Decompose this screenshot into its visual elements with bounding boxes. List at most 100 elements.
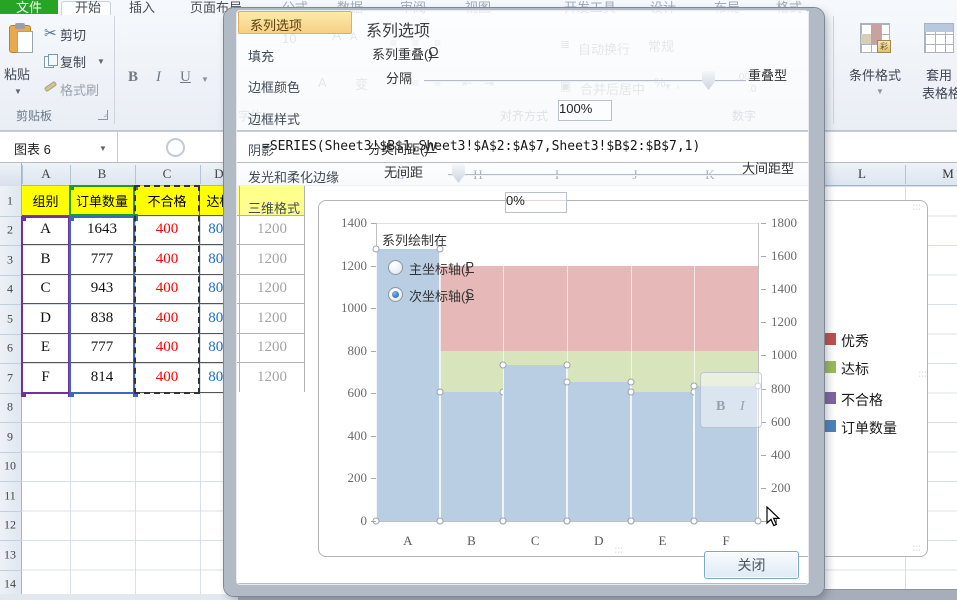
column-header-A[interactable]: A xyxy=(41,166,50,186)
legend-label: 达标 xyxy=(841,359,869,379)
format-series-dialog-border xyxy=(236,10,809,585)
name-box-dropdown-arrow[interactable]: ▼ xyxy=(99,144,107,153)
column-separator xyxy=(135,165,136,184)
range-handle[interactable] xyxy=(69,216,74,221)
column-separator xyxy=(200,165,201,184)
table-header-cell[interactable]: 组别 xyxy=(22,186,70,216)
bold-button[interactable]: B xyxy=(128,69,138,86)
primary-axis-radio[interactable] xyxy=(388,260,403,275)
ghost-button-icon xyxy=(166,138,185,157)
dialog-nav-label: 系列选项 xyxy=(250,15,302,34)
row-header-12[interactable]: 12 xyxy=(0,518,20,533)
format-as-table-button-line2[interactable]: 表格格式 xyxy=(922,83,957,102)
row-separator xyxy=(0,511,22,512)
tab-file-label: 文件 xyxy=(16,0,42,16)
legend-swatch-icon xyxy=(824,361,836,373)
row-header-10[interactable]: 10 xyxy=(0,459,20,474)
row-header-13[interactable]: 13 xyxy=(0,547,20,562)
format-as-table-button[interactable]: 套用 xyxy=(926,65,952,84)
column-header-M[interactable]: M xyxy=(942,166,954,186)
close-button[interactable]: 关闭 xyxy=(704,551,799,579)
legend-label: 不合格 xyxy=(841,390,883,410)
range-handle[interactable] xyxy=(69,392,74,397)
row-header-2[interactable]: 2 xyxy=(0,223,20,238)
dialog-nav-item-4[interactable]: 阴影 xyxy=(248,140,274,159)
format-painter-icon xyxy=(44,81,58,93)
row-header-11[interactable]: 11 xyxy=(0,488,20,503)
cut-icon: ✂ xyxy=(44,26,57,41)
column-separator xyxy=(70,165,71,184)
clipboard-dialog-launcher-icon[interactable]: ⌟ xyxy=(98,110,108,120)
underline-dropdown-arrow[interactable]: ▼ xyxy=(201,76,209,84)
range-handle[interactable] xyxy=(69,185,74,190)
plot-series-on-label: 系列绘制在 xyxy=(382,230,447,249)
column-header-B[interactable]: B xyxy=(98,166,107,186)
paste-button[interactable]: 粘贴 xyxy=(4,64,30,83)
gap-max-label: 大间距型 xyxy=(742,158,794,177)
dialog-section-title: 系列选项 xyxy=(366,17,430,41)
tab-1[interactable]: 开始 xyxy=(75,0,101,14)
group-divider xyxy=(114,16,115,124)
row-header-8[interactable]: 8 xyxy=(0,400,20,415)
dialog-nav-item-2[interactable]: 边框颜色 xyxy=(248,77,300,96)
row-separator xyxy=(0,422,22,423)
row-separator xyxy=(0,304,22,305)
excel-window: 文件 开始插入页面布局公式数据审阅视图开发工具设计布局格式 粘贴 ▼ ✂ 剪切 … xyxy=(0,0,957,600)
secondary-axis-radio[interactable] xyxy=(388,287,403,302)
format-painter-button[interactable]: 格式刷 xyxy=(60,80,99,99)
series-overlap-value-input[interactable]: 100% xyxy=(558,100,612,121)
gap-width-value-input[interactable]: 0% xyxy=(505,192,567,213)
chart-selection-handle[interactable]: ∙∙∙∙∙∙ xyxy=(913,545,922,553)
tab-file[interactable]: 文件 xyxy=(0,0,58,14)
legend-swatch-icon xyxy=(824,392,836,404)
copy-dropdown-arrow[interactable]: ▼ xyxy=(97,58,105,66)
range-handle[interactable] xyxy=(21,392,26,397)
underline-button[interactable]: U xyxy=(180,69,191,86)
copy-button[interactable]: 复制 xyxy=(60,52,86,71)
secondary-axis-label: 次坐标轴(S) xyxy=(409,286,470,305)
primary-axis-label: 主坐标轴(P) xyxy=(409,259,470,278)
range-handle[interactable] xyxy=(21,216,26,221)
column-header-L[interactable]: L xyxy=(858,166,866,186)
paste-dropdown-arrow[interactable]: ▼ xyxy=(14,88,22,96)
dialog-nav-item-series-options[interactable]: 系列选项 xyxy=(238,11,352,34)
column-header-D[interactable]: D xyxy=(214,166,223,186)
overlap-max-label: 重叠型 xyxy=(748,65,787,84)
row-header-6[interactable]: 6 xyxy=(0,341,20,356)
row-separator xyxy=(0,540,22,541)
row-header-5[interactable]: 5 xyxy=(0,311,20,326)
column-header-C[interactable]: C xyxy=(163,166,172,186)
copy-icon xyxy=(44,54,60,70)
chart-selection-handle[interactable]: ∙∙∙∙∙∙ xyxy=(913,204,922,212)
dialog-nav-item-3[interactable]: 边框样式 xyxy=(248,109,300,128)
overlap-min-label: 分隔 xyxy=(386,68,412,87)
row-header-column: 1234567891011121314 xyxy=(0,186,22,600)
gap-width-slider[interactable] xyxy=(448,174,756,176)
row-header-9[interactable]: 9 xyxy=(0,429,20,444)
row-separator xyxy=(0,363,22,364)
window-bottom-edge xyxy=(0,594,240,600)
legend-label: 优秀 xyxy=(841,331,869,351)
dialog-nav-item-5[interactable]: 发光和柔化边缘 xyxy=(248,167,339,186)
row-header-1[interactable]: 1 xyxy=(0,193,20,208)
row-header-3[interactable]: 3 xyxy=(0,252,20,267)
dialog-nav-item-1[interactable]: 填充 xyxy=(248,46,274,65)
italic-button[interactable]: I xyxy=(156,69,161,86)
gap-width-label: 分类间距(W) xyxy=(368,139,429,158)
range-highlight xyxy=(69,185,135,216)
name-box[interactable]: 图表 6 ▼ xyxy=(0,132,118,162)
row-header-4[interactable]: 4 xyxy=(0,282,20,297)
conditional-formatting-button[interactable]: 条件格式 xyxy=(849,65,901,84)
select-all-corner[interactable] xyxy=(0,163,22,186)
row-separator xyxy=(0,452,22,453)
tab-2[interactable]: 插入 xyxy=(129,0,155,14)
row-header-14[interactable]: 14 xyxy=(0,577,20,592)
paste-icon xyxy=(9,23,35,55)
marquee-selection xyxy=(134,185,200,394)
chart-selection-handle[interactable]: ∙∙∙∙∙∙ xyxy=(919,371,928,379)
series-overlap-slider[interactable] xyxy=(424,80,746,82)
conditional-dropdown-arrow[interactable]: ▼ xyxy=(876,88,884,96)
dialog-nav-item-6[interactable]: 三维格式 xyxy=(248,198,300,217)
cut-button[interactable]: 剪切 xyxy=(60,25,86,44)
row-header-7[interactable]: 7 xyxy=(0,370,20,385)
